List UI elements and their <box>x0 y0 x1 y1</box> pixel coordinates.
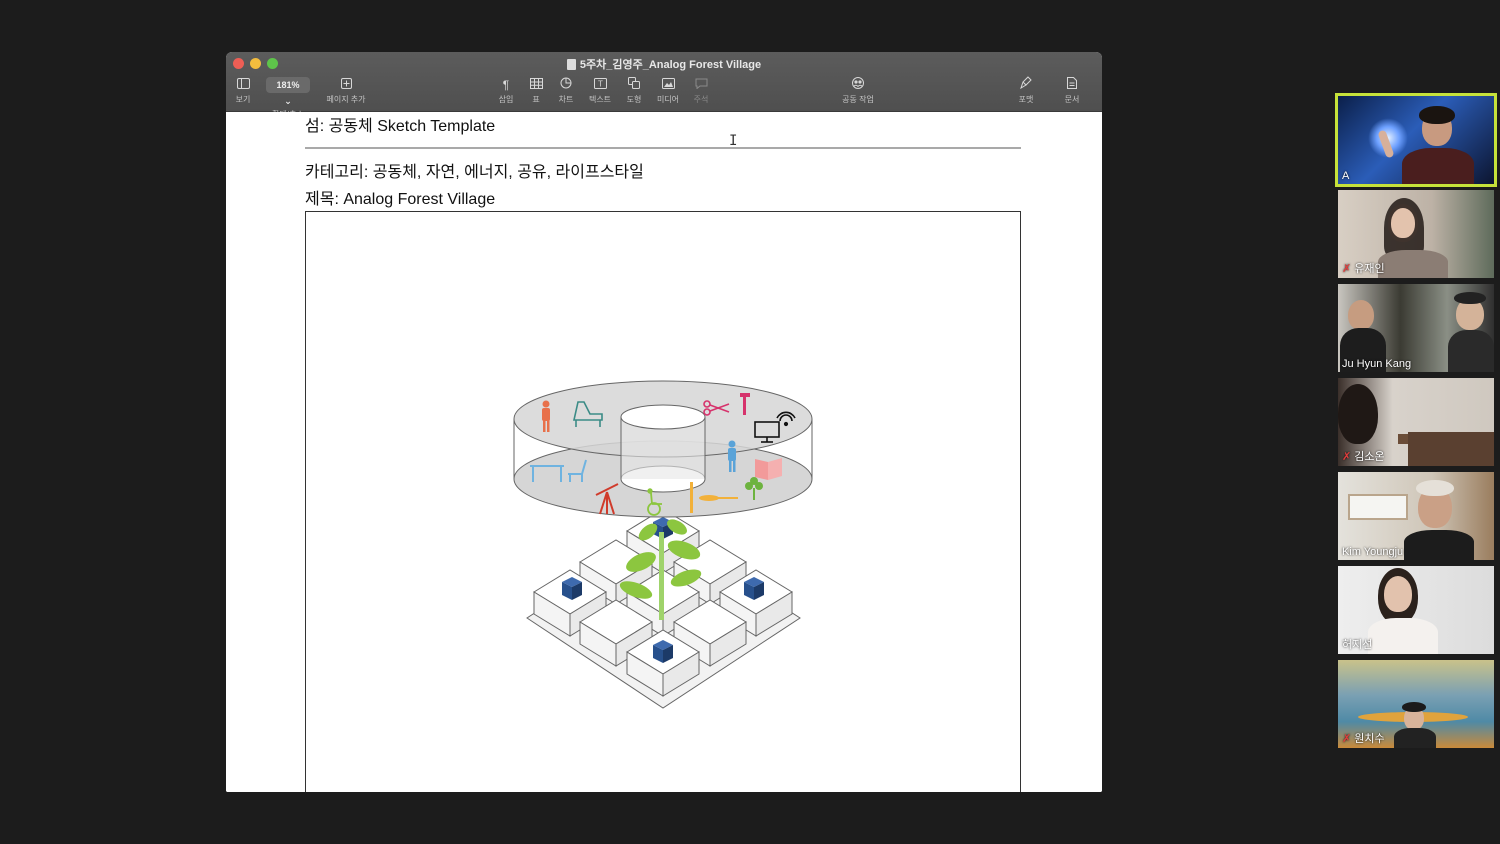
collaborate-button[interactable]: 공동 작업 <box>834 76 882 105</box>
view-button[interactable]: 보기 <box>232 76 254 105</box>
window-frame <box>1348 494 1408 520</box>
participant-body <box>1394 728 1436 748</box>
pilcrow-icon: ¶ <box>502 78 510 92</box>
mic-muted-icon: ✗ <box>1342 733 1352 745</box>
participant-name: ✗ 김소온 <box>1342 451 1385 463</box>
village-illustration <box>513 380 813 709</box>
participant-tile[interactable]: ✗ 유재인 <box>1338 190 1494 278</box>
document-icon <box>566 59 576 70</box>
community-ring <box>513 380 813 518</box>
video-call-screen: 5주차_김영주_Analog Forest Village 보기 181% ⌄ … <box>0 0 1500 844</box>
format-button[interactable]: 포맷 <box>1014 76 1038 105</box>
island-heading: 섬: 공동체 Sketch Template <box>305 118 496 135</box>
sidebar-icon <box>232 76 254 94</box>
mic-muted-icon: ✗ <box>1342 451 1352 463</box>
participant-hair <box>1402 702 1426 712</box>
document-button[interactable]: 문서 <box>1060 76 1084 105</box>
participant-body <box>1402 148 1474 184</box>
participant-tile[interactable]: Ju Hyun Kang <box>1338 284 1494 372</box>
shapes-icon <box>622 76 646 94</box>
mic-muted-icon: ✗ <box>1342 263 1352 275</box>
window-titlebar: 5주차_김영주_Analog Forest Village 보기 181% ⌄ … <box>226 52 1102 119</box>
text-cursor-icon: I <box>729 133 738 149</box>
image-icon <box>652 76 684 94</box>
participant-beanie <box>1416 480 1454 496</box>
chevron-down-icon: ⌄ <box>284 96 292 106</box>
participant-body <box>1378 250 1448 278</box>
cabinet <box>1408 432 1494 466</box>
participant-tile[interactable]: Kim Youngju <box>1338 472 1494 560</box>
participant-face-inner <box>1391 208 1415 238</box>
plus-square-icon <box>322 76 370 94</box>
participant-name: 허지선 <box>1342 639 1373 651</box>
add-page-button[interactable]: 페이지 추가 <box>322 76 370 105</box>
participant-name: Ju Hyun Kang <box>1342 358 1412 370</box>
collaboration-icon <box>834 76 882 94</box>
pie-chart-icon <box>554 76 578 94</box>
participant-name: Kim Youngju <box>1342 546 1404 558</box>
zoom-value: 181% ⌄ <box>266 77 310 106</box>
participant-tile[interactable]: ✗ 김소온 <box>1338 378 1494 466</box>
text-box-button[interactable]: T 텍스트 <box>584 76 616 105</box>
sketch-frame <box>305 211 1021 792</box>
svg-text:T: T <box>598 80 603 89</box>
media-button[interactable]: 미디어 <box>652 76 684 105</box>
participant-face <box>1348 300 1374 330</box>
participant-body-2 <box>1448 330 1494 372</box>
participant-body <box>1404 530 1474 560</box>
table-button[interactable]: 표 <box>525 76 547 105</box>
shared-pages-window: 5주차_김영주_Analog Forest Village 보기 181% ⌄ … <box>226 52 1102 792</box>
title-line: 제목: Analog Forest Village <box>305 191 496 208</box>
document-page-icon <box>1060 76 1084 94</box>
participant-tile[interactable]: 허지선 <box>1338 566 1494 654</box>
window-title-text: 5주차_김영주_Analog Forest Village <box>579 59 762 71</box>
text-box-icon: T <box>584 76 616 94</box>
insert-button[interactable]: ¶ 삽입 <box>494 76 518 105</box>
shape-button[interactable]: 도형 <box>622 76 646 105</box>
participant-tile[interactable]: ✗ 원치수 <box>1338 660 1494 748</box>
participant-cap <box>1454 292 1486 304</box>
comment-icon <box>689 76 713 94</box>
participant-hair <box>1419 106 1455 124</box>
horizontal-rule <box>305 147 1021 149</box>
paintbrush-icon <box>1014 76 1038 94</box>
participant-tile-active-speaker[interactable]: A <box>1335 93 1497 187</box>
document-page[interactable]: 섬: 공동체 Sketch Template I 카테고리: 공동체, 자연, … <box>226 112 1102 792</box>
participant-hair <box>1338 384 1378 444</box>
comment-button[interactable]: 주석 <box>689 76 713 105</box>
participant-name: A <box>1342 170 1350 182</box>
window-title: 5주차_김영주_Analog Forest Village <box>226 56 1102 72</box>
participant-name: ✗ 원치수 <box>1342 733 1385 745</box>
participant-name: ✗ 유재인 <box>1342 263 1385 275</box>
participant-body <box>1368 618 1438 654</box>
category-line: 카테고리: 공동체, 자연, 에너지, 공유, 라이프스타일 <box>305 164 644 181</box>
table-icon <box>525 76 547 94</box>
participant-face <box>1384 576 1412 612</box>
chart-button[interactable]: 차트 <box>554 76 578 105</box>
